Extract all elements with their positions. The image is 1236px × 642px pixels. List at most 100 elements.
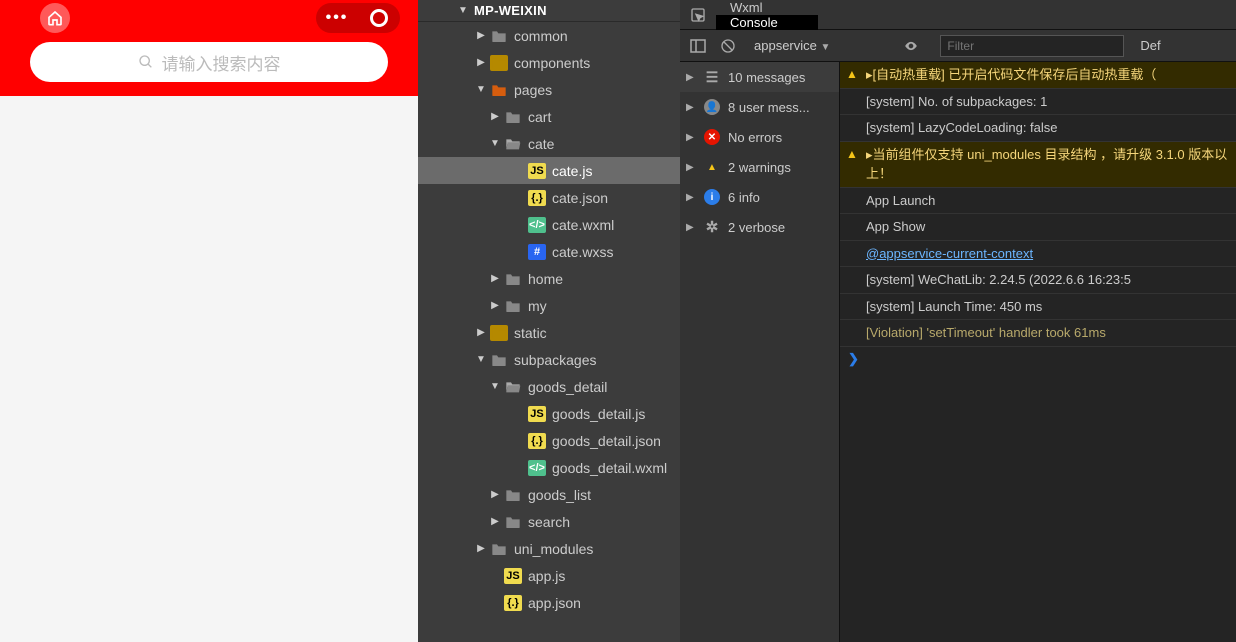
clear-icon bbox=[720, 38, 736, 54]
simulator-header: ••• 请输入搜索内容 bbox=[0, 0, 418, 96]
tree-item-label: components bbox=[514, 55, 590, 71]
panel-icon bbox=[690, 39, 706, 53]
msg-filter-label: 8 user mess... bbox=[728, 100, 810, 115]
console-output: ▲▸[自动热重载] 已开启代码文件保存后自动热重载（[system] No. o… bbox=[840, 62, 1236, 642]
tree-item-pages[interactable]: ▼ pages bbox=[418, 76, 680, 103]
chevron-right-icon: ▶ bbox=[490, 489, 500, 500]
capsule-menu-button[interactable]: ••• bbox=[316, 3, 358, 33]
console-text: [Violation] 'setTimeout' handler took 61… bbox=[866, 323, 1232, 343]
tree-item-label: cate.js bbox=[552, 163, 592, 179]
message-sidebar: ▶☰10 messages▶👤8 user mess...▶✕No errors… bbox=[680, 62, 840, 642]
wxss-file-icon: # bbox=[528, 244, 546, 260]
msg-filter-list[interactable]: ▶☰10 messages bbox=[680, 62, 839, 92]
console-row: [system] LazyCodeLoading: false bbox=[840, 115, 1236, 142]
folder-open-icon bbox=[504, 379, 522, 395]
folder-icon bbox=[504, 298, 522, 314]
clear-console-button[interactable] bbox=[718, 36, 738, 56]
tree-item-cate[interactable]: ▼cate bbox=[418, 130, 680, 157]
tree-item-common[interactable]: ▶common bbox=[418, 22, 680, 49]
tree-item-uni-modules[interactable]: ▶uni_modules bbox=[418, 535, 680, 562]
tree-item-label: app.js bbox=[528, 568, 565, 584]
eye-icon bbox=[902, 39, 920, 53]
tree-item-label: cate.wxml bbox=[552, 217, 614, 233]
verbose-icon: ✲ bbox=[704, 219, 720, 235]
tab-console[interactable]: Console bbox=[716, 15, 818, 30]
chevron-right-icon: ▶ bbox=[686, 162, 696, 173]
msg-filter-err[interactable]: ▶✕No errors bbox=[680, 122, 839, 152]
chevron-down-icon: ▼ bbox=[458, 5, 468, 16]
tree-item-home[interactable]: ▶home bbox=[418, 265, 680, 292]
tree-item-goods-detail-json[interactable]: {.}goods_detail.json bbox=[418, 427, 680, 454]
inspect-button[interactable] bbox=[680, 0, 716, 29]
live-expression-button[interactable] bbox=[902, 39, 920, 53]
msg-filter-wrn[interactable]: ▶▲2 warnings bbox=[680, 152, 839, 182]
msg-filter-usr[interactable]: ▶👤8 user mess... bbox=[680, 92, 839, 122]
folder-icon bbox=[490, 352, 508, 368]
tree-item-app-js[interactable]: JSapp.js bbox=[418, 562, 680, 589]
list-icon: ☰ bbox=[704, 69, 720, 85]
console-row: [system] Launch Time: 450 ms bbox=[840, 294, 1236, 321]
tree-item-components[interactable]: ▶components bbox=[418, 49, 680, 76]
tree-item-cate-js[interactable]: JScate.js bbox=[418, 157, 680, 184]
tree-item-my[interactable]: ▶my bbox=[418, 292, 680, 319]
chevron-down-icon: ▼ bbox=[490, 138, 500, 149]
sidebar-toggle-button[interactable] bbox=[688, 36, 708, 56]
chevron-down-icon: ▼ bbox=[490, 381, 500, 392]
chevron-right-icon: ▶ bbox=[490, 300, 500, 311]
capsule-close-button[interactable] bbox=[358, 3, 400, 33]
chevron-right-icon: ▶ bbox=[686, 222, 696, 233]
tree-item-label: goods_detail.js bbox=[552, 406, 645, 422]
info-icon: i bbox=[704, 189, 720, 205]
filter-input[interactable] bbox=[940, 35, 1124, 57]
tree-item-label: cate.wxss bbox=[552, 244, 613, 260]
tree-item-cate-wxml[interactable]: </>cate.wxml bbox=[418, 211, 680, 238]
chevron-right-icon: ▶ bbox=[686, 192, 696, 203]
folder-icon bbox=[490, 82, 508, 98]
tree-item-cart[interactable]: ▶cart bbox=[418, 103, 680, 130]
log-levels-selector[interactable]: Def bbox=[1140, 38, 1160, 53]
tree-item-label: pages bbox=[514, 82, 552, 98]
msg-filter-inf[interactable]: ▶i6 info bbox=[680, 182, 839, 212]
tree-item-label: common bbox=[514, 28, 568, 44]
tree-item-label: home bbox=[528, 271, 563, 287]
msg-filter-label: No errors bbox=[728, 130, 782, 145]
file-tree-panel: ▼ MP-WEIXIN ▶common▶components▼pages▶car… bbox=[418, 0, 680, 642]
js-file-icon: JS bbox=[528, 406, 546, 422]
tree-item-search[interactable]: ▶search bbox=[418, 508, 680, 535]
chevron-down-icon: ▼ bbox=[476, 354, 486, 365]
tree-item-goods-detail-wxml[interactable]: </>goods_detail.wxml bbox=[418, 454, 680, 481]
context-selector[interactable]: appservice ▼ bbox=[748, 36, 836, 55]
folder-icon bbox=[490, 541, 508, 557]
tree-item-cate-wxss[interactable]: # cate.wxss bbox=[418, 238, 680, 265]
tree-item-goods-list[interactable]: ▶goods_list bbox=[418, 481, 680, 508]
chevron-right-icon: ▶ bbox=[490, 516, 500, 527]
devtools-tabbar: WxmlConsoleSourcesAppDataNetworkPerforma… bbox=[680, 0, 1236, 30]
home-button[interactable] bbox=[40, 3, 70, 33]
devtools-panel: WxmlConsoleSourcesAppDataNetworkPerforma… bbox=[680, 0, 1236, 642]
tree-item-cate-json[interactable]: {.}cate.json bbox=[418, 184, 680, 211]
folder-icon bbox=[504, 271, 522, 287]
tab-wxml[interactable]: Wxml bbox=[716, 0, 818, 15]
console-row: @appservice-current-context bbox=[840, 241, 1236, 268]
chevron-right-icon: ▶ bbox=[686, 102, 696, 113]
tree-item-subpackages[interactable]: ▼subpackages bbox=[418, 346, 680, 373]
search-input[interactable]: 请输入搜索内容 bbox=[30, 42, 388, 82]
tree-item-goods-detail[interactable]: ▼goods_detail bbox=[418, 373, 680, 400]
devtools-body: ▶☰10 messages▶👤8 user mess...▶✕No errors… bbox=[680, 62, 1236, 642]
console-row: App Launch bbox=[840, 188, 1236, 215]
console-text: App Show bbox=[866, 217, 1232, 237]
msg-filter-vrb[interactable]: ▶✲2 verbose bbox=[680, 212, 839, 242]
console-prompt[interactable]: ❯ bbox=[840, 347, 1236, 371]
tree-root[interactable]: ▼ MP-WEIXIN bbox=[418, 0, 680, 22]
chevron-right-icon: ▶ bbox=[490, 111, 500, 122]
tree-item-app-json[interactable]: {.}app.json bbox=[418, 589, 680, 616]
error-icon: ✕ bbox=[704, 129, 720, 145]
tree-item-static[interactable]: ▶static bbox=[418, 319, 680, 346]
simulator-body bbox=[0, 96, 418, 642]
inspect-icon bbox=[690, 7, 706, 23]
chevron-down-icon: ▼ bbox=[476, 84, 486, 95]
console-row: [system] No. of subpackages: 1 bbox=[840, 89, 1236, 116]
json-file-icon: {.} bbox=[528, 190, 546, 206]
tree-item-goods-detail-js[interactable]: JS goods_detail.js bbox=[418, 400, 680, 427]
chevron-right-icon: ▶ bbox=[476, 543, 486, 554]
